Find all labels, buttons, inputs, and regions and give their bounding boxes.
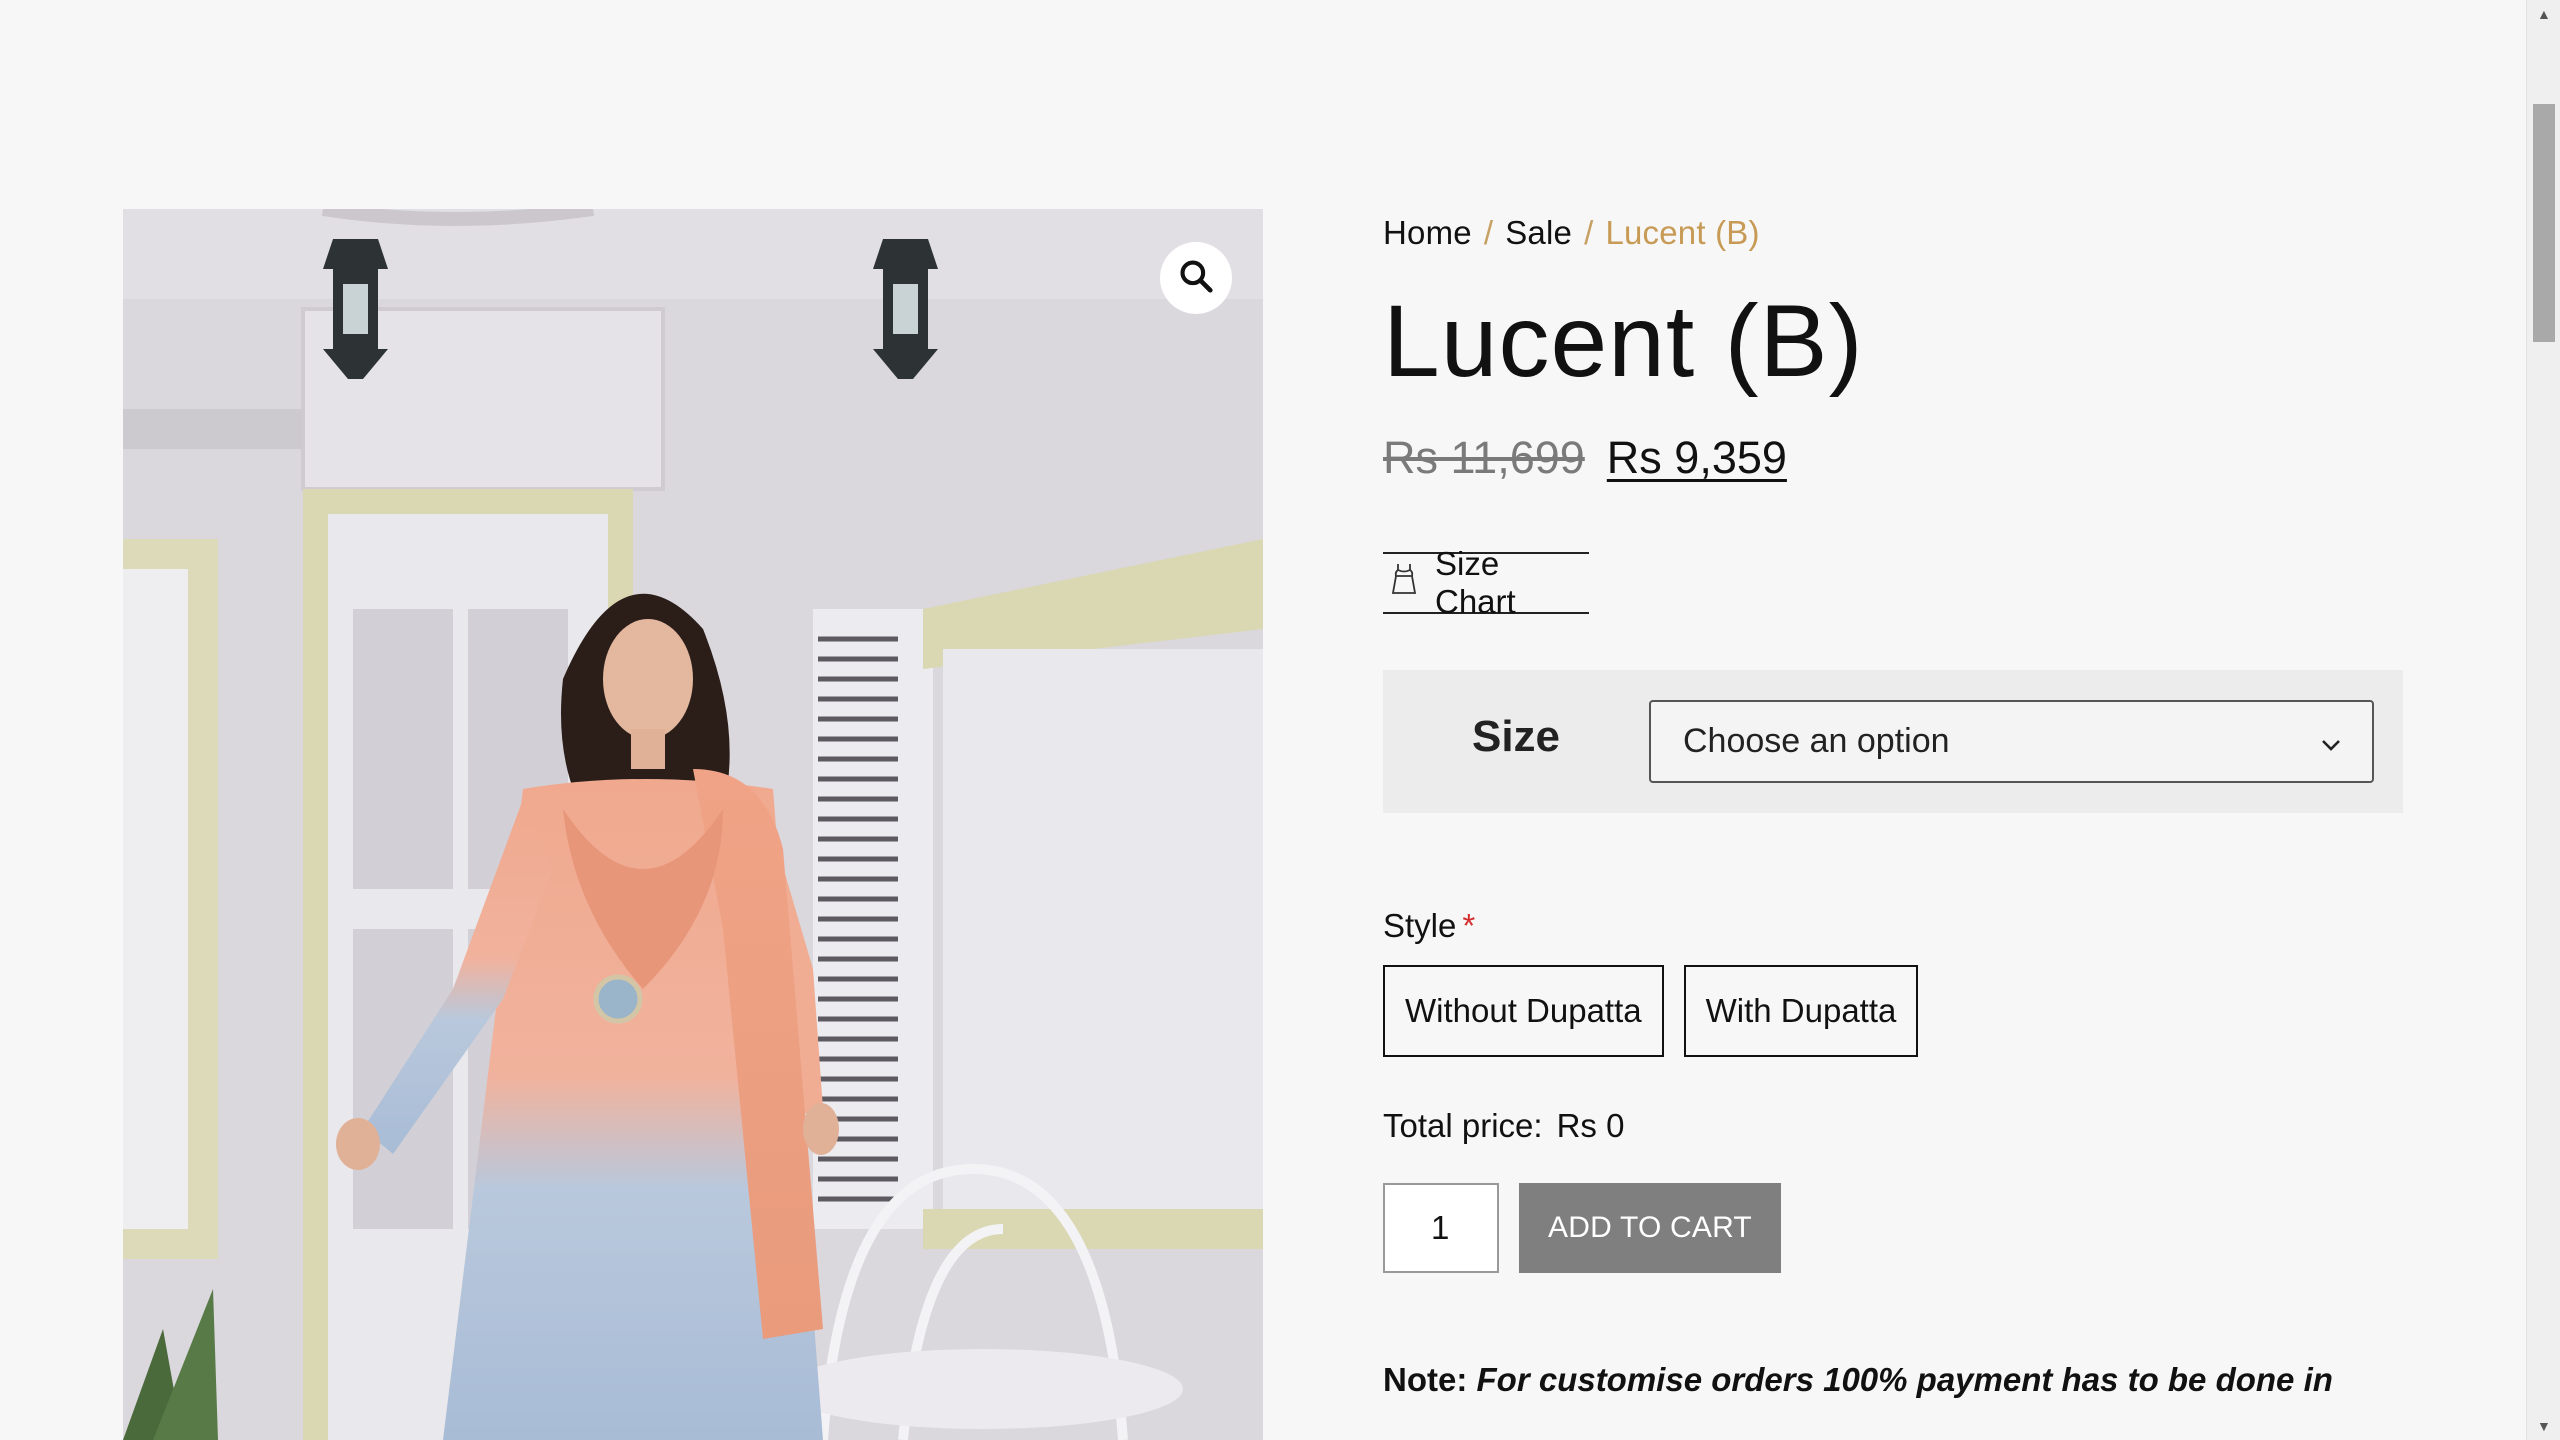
size-select[interactable]: Choose an option [1649,700,2374,783]
breadcrumb-home[interactable]: Home [1383,214,1472,251]
scroll-up-icon[interactable]: ▲ [2537,6,2551,22]
breadcrumb-current: Lucent (B) [1605,214,1760,251]
note-text: For customise orders 100% payment has to… [1476,1361,2333,1398]
note-label: Note: [1383,1361,1468,1398]
quantity-input[interactable]: 1 [1383,1183,1499,1273]
breadcrumb-separator: / [1483,214,1494,251]
variations-table: Size Choose an option [1383,670,2403,813]
product-title: Lucent (B) [1383,284,1864,398]
size-chart-button[interactable]: Size Chart [1383,545,1589,620]
magnifier-icon [1177,257,1215,300]
zoom-button[interactable] [1160,242,1232,314]
total-price-label: Total price: [1383,1107,1543,1144]
price-old: Rs 11,699 [1383,432,1585,483]
product-summary: Home / Sale / Lucent (B) Lucent (B) Rs 11,69… [1383,209,2403,1399]
price: Rs 11,699 Rs 9,359 [1383,432,2403,484]
style-option-without-dupatta[interactable]: Without Dupatta [1383,965,1664,1057]
product-image[interactable] [123,209,1263,1440]
price-new: Rs 9,359 [1606,432,1787,483]
breadcrumb-sale[interactable]: Sale [1505,214,1572,251]
breadcrumb-separator: / [1584,214,1594,251]
style-options: Without Dupatta With Dupatta [1383,965,2403,1057]
scrollbar[interactable]: ▲ ▼ [2526,0,2560,1440]
scroll-thumb[interactable] [2533,104,2555,342]
breadcrumb: Home / Sale / Lucent (B) [1383,214,2403,252]
style-option-with-dupatta[interactable]: With Dupatta [1683,965,1919,1057]
size-chart-label: Size Chart [1435,545,1516,620]
required-mark: * [1462,907,1476,944]
add-to-cart-button[interactable]: ADD TO CART [1519,1183,1781,1273]
chevron-down-icon [2320,722,2342,761]
style-label: Style * [1383,907,2403,945]
dress-icon [1389,562,1419,604]
order-note: Note: For customise orders 100% payment … [1383,1361,2403,1399]
size-label: Size [1471,711,1561,761]
total-price-value: Rs 0 [1556,1107,1625,1144]
total-price: Total price: Rs 0 [1383,1107,2403,1145]
size-select-value: Choose an option [1683,722,1950,760]
product-photo [123,209,1263,1440]
scroll-down-icon[interactable]: ▼ [2537,1418,2551,1434]
add-to-cart-form: 1 ADD TO CART [1383,1183,2403,1273]
style-label-text: Style [1383,907,1457,944]
